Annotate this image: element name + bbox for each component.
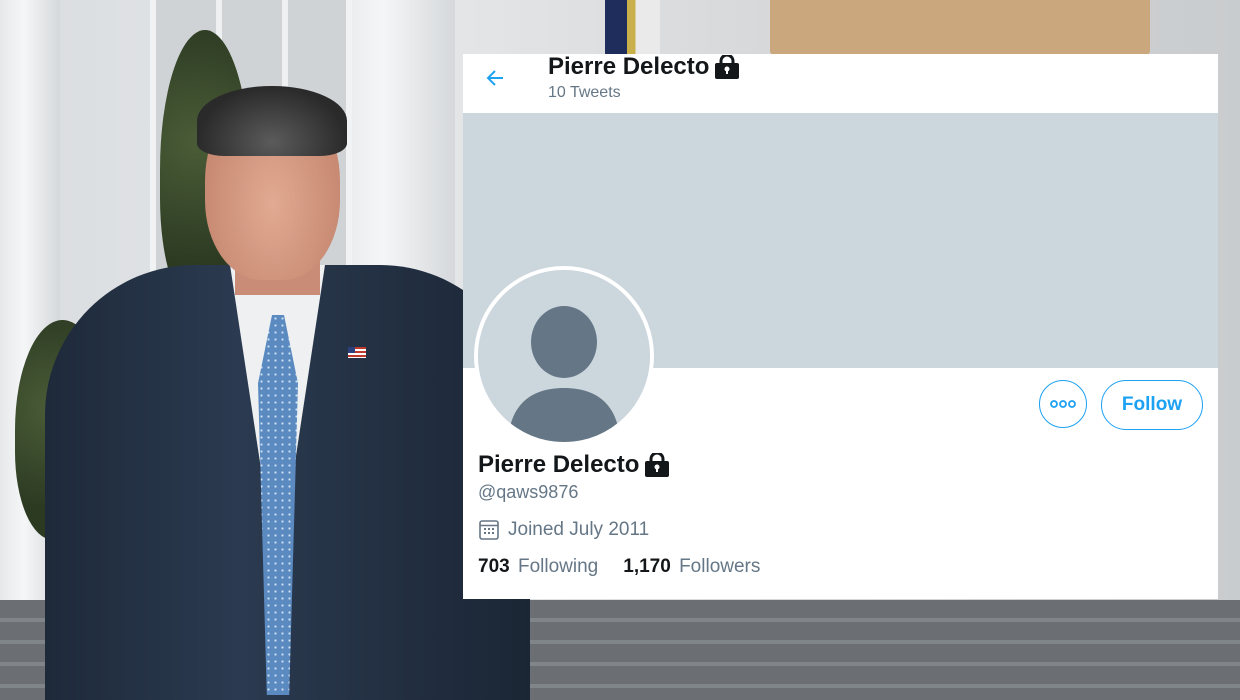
follow-button[interactable]: Follow [1101, 380, 1203, 430]
following-label: Following [517, 556, 599, 577]
followers-label: Followers [679, 556, 761, 577]
user-handle: @qaws9876 [478, 482, 579, 502]
back-button[interactable] [483, 66, 513, 96]
door [770, 0, 1150, 55]
hair [197, 86, 347, 156]
flag-pin [348, 347, 366, 358]
lock-icon [714, 55, 740, 79]
display-name: Pierre Delecto [478, 451, 640, 478]
more-dots-icon [1050, 400, 1076, 408]
followers-count: 1,170 [623, 556, 671, 577]
flag [605, 0, 660, 55]
followers-link[interactable]: 1,170 Followers [623, 556, 760, 578]
profile-header: Pierre Delecto 10 Tweets [463, 54, 1218, 113]
lock-icon [644, 453, 670, 477]
tweet-count: 10 Tweets [548, 84, 621, 101]
joined-date-row: Joined July 2011 [478, 519, 649, 541]
man-in-suit [45, 86, 535, 700]
profile-card: Pierre Delecto 10 Tweets Follow Pierre D… [463, 54, 1218, 599]
arrow-left-icon [486, 70, 503, 86]
profile-avatar[interactable] [474, 266, 654, 446]
more-options-button[interactable] [1039, 380, 1087, 428]
follow-stats: 703 Following 1,170 Followers [478, 556, 760, 578]
following-link[interactable]: 703 Following [478, 556, 598, 578]
following-count: 703 [478, 556, 510, 577]
joined-date: Joined July 2011 [508, 519, 650, 540]
default-avatar-icon [478, 270, 650, 442]
header-display-name-row: Pierre Delecto [548, 54, 740, 81]
calendar-icon [479, 520, 499, 540]
display-name-row: Pierre Delecto [478, 451, 670, 479]
header-display-name: Pierre Delecto [548, 54, 710, 80]
